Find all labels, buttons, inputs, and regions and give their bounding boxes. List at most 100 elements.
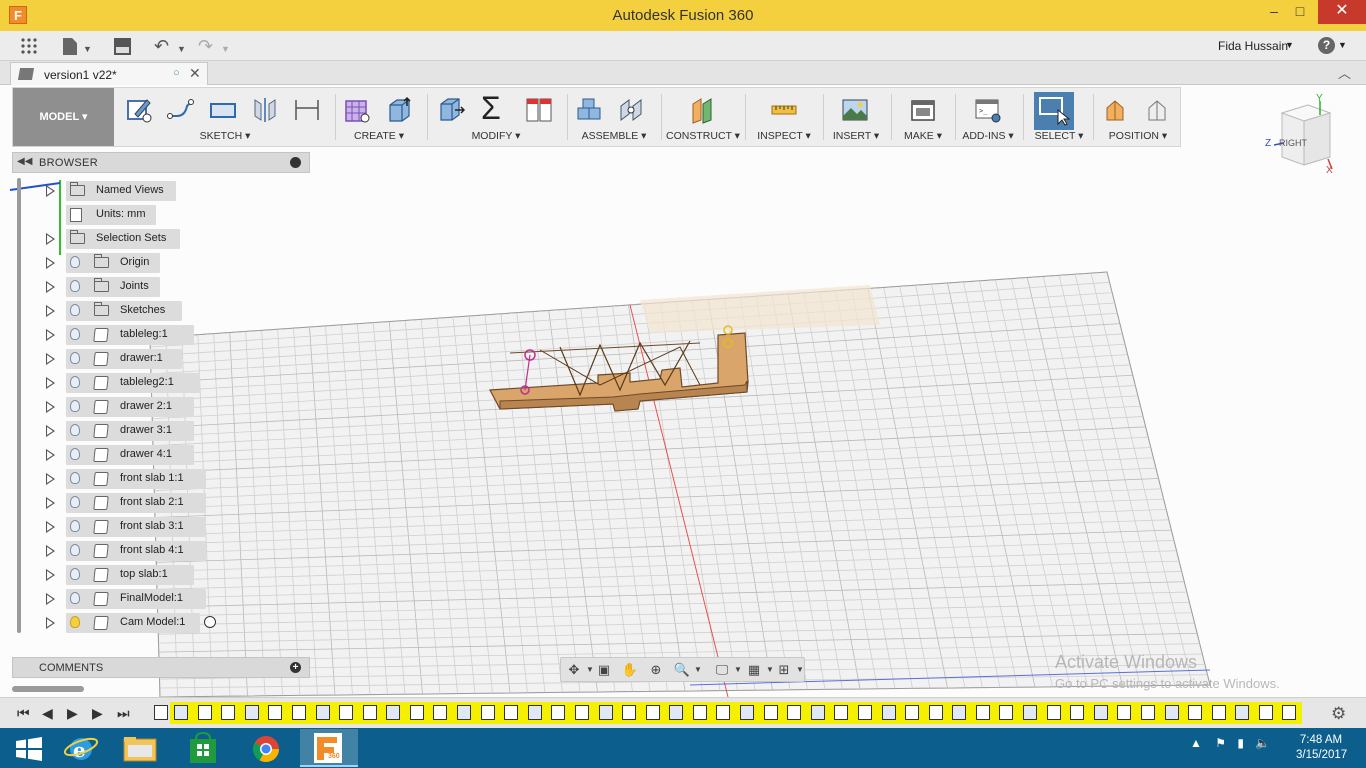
timeline-feature[interactable] xyxy=(952,705,967,720)
new-component-icon[interactable] xyxy=(575,96,603,124)
timeline-feature[interactable] xyxy=(1140,705,1155,720)
fusion-360-taskbar-icon[interactable]: 360 xyxy=(300,729,358,767)
tree-expand-arrow-icon[interactable] xyxy=(46,353,55,365)
power-icon[interactable]: ▮ xyxy=(1237,736,1244,750)
timeline-feature[interactable] xyxy=(386,705,401,720)
tree-expand-arrow-icon[interactable] xyxy=(46,473,55,485)
compute-all-sigma-icon[interactable]: Σ xyxy=(481,92,509,124)
browser-item[interactable]: drawer 4:1 xyxy=(42,444,302,466)
browser-item[interactable]: Sketches xyxy=(42,300,302,322)
tree-expand-arrow-icon[interactable] xyxy=(46,497,55,509)
sketch-menu[interactable]: SKETCH ▾ xyxy=(121,130,329,142)
create-sketch-icon[interactable] xyxy=(125,96,153,124)
tree-expand-arrow-icon[interactable] xyxy=(46,185,55,197)
select-tool-active-bg[interactable] xyxy=(1034,92,1074,130)
joint-icon[interactable] xyxy=(617,96,645,124)
data-panel-grid-icon[interactable] xyxy=(20,37,38,55)
timeline-feature[interactable] xyxy=(716,705,731,720)
zoom-icon[interactable]: ⊕ xyxy=(647,662,665,678)
help-caret-icon[interactable]: ▼ xyxy=(1338,40,1347,50)
timeline-feature[interactable] xyxy=(480,705,495,720)
timeline-feature[interactable] xyxy=(574,705,589,720)
browser-item[interactable]: Named Views xyxy=(42,180,302,202)
undo-caret-icon[interactable]: ▼ xyxy=(177,39,186,59)
user-account-menu[interactable]: Fida Hussain xyxy=(1218,39,1288,53)
tree-expand-arrow-icon[interactable] xyxy=(46,233,55,245)
capture-position-icon[interactable] xyxy=(1101,96,1129,124)
look-at-icon[interactable]: ▣ xyxy=(595,662,613,678)
timeline-feature[interactable] xyxy=(457,705,471,720)
construct-menu[interactable]: CONSTRUCT ▾ xyxy=(663,130,743,142)
browser-item[interactable]: drawer:1 xyxy=(42,348,302,370)
user-menu-caret-icon[interactable]: ▼ xyxy=(1285,40,1294,50)
sketch-dimension-icon[interactable] xyxy=(293,96,321,124)
timeline-feature[interactable] xyxy=(857,705,872,720)
browser-collapse-icon[interactable]: ◀◀ xyxy=(17,156,32,167)
timeline-feature[interactable] xyxy=(1188,705,1203,720)
activate-component-radio[interactable] xyxy=(204,616,216,628)
visibility-lightbulb-icon[interactable] xyxy=(70,424,80,436)
timeline-feature[interactable] xyxy=(1093,705,1108,720)
visibility-lightbulb-icon[interactable] xyxy=(70,328,80,340)
tree-expand-arrow-icon[interactable] xyxy=(46,449,55,461)
tree-expand-arrow-icon[interactable] xyxy=(46,329,55,341)
press-pull-icon[interactable] xyxy=(437,96,465,124)
timeline-feature[interactable] xyxy=(339,705,354,720)
browser-item[interactable]: front slab 4:1 xyxy=(42,540,302,562)
timeline-feature[interactable] xyxy=(1164,705,1179,720)
timeline-feature[interactable] xyxy=(221,705,236,720)
assemble-menu[interactable]: ASSEMBLE ▾ xyxy=(571,130,657,142)
timeline-feature[interactable] xyxy=(551,705,566,720)
google-chrome-icon[interactable] xyxy=(238,729,296,767)
redo-caret-icon[interactable]: ▼ xyxy=(221,39,230,59)
tree-expand-arrow-icon[interactable] xyxy=(46,377,55,389)
timeline-feature[interactable] xyxy=(1117,705,1132,720)
visibility-lightbulb-icon[interactable] xyxy=(70,496,80,508)
visibility-lightbulb-icon[interactable] xyxy=(70,448,80,460)
browser-item[interactable]: Units: mm xyxy=(42,204,302,226)
visibility-lightbulb-icon[interactable] xyxy=(70,616,80,628)
tree-expand-arrow-icon[interactable] xyxy=(46,617,55,629)
add-comment-icon[interactable]: + xyxy=(290,662,301,673)
change-parameters-icon[interactable] xyxy=(525,96,553,124)
timeline-go-to-start-icon[interactable]: ⏮ xyxy=(17,705,30,722)
timeline-feature[interactable] xyxy=(1070,705,1085,720)
make-menu[interactable]: MAKE ▾ xyxy=(893,130,953,142)
timeline-feature[interactable] xyxy=(154,705,168,720)
timeline-feature[interactable] xyxy=(1282,705,1297,720)
timeline-feature[interactable] xyxy=(598,705,613,720)
inspect-menu[interactable]: INSPECT ▾ xyxy=(749,130,819,142)
scripts-addins-icon[interactable]: >_ xyxy=(974,96,1002,124)
save-icon[interactable] xyxy=(114,38,131,55)
tree-expand-arrow-icon[interactable] xyxy=(46,425,55,437)
timeline-feature[interactable] xyxy=(504,705,519,720)
visibility-lightbulb-icon[interactable] xyxy=(70,352,80,364)
browser-item[interactable]: FinalModel:1 xyxy=(42,588,302,610)
browser-item[interactable]: top slab:1 xyxy=(42,564,302,586)
timeline-feature[interactable] xyxy=(763,705,778,720)
close-button[interactable]: ✕ xyxy=(1318,0,1366,24)
redo-icon[interactable]: ↷ xyxy=(198,36,213,56)
timeline-feature[interactable] xyxy=(975,705,990,720)
timeline-play-icon[interactable]: ▶ xyxy=(67,705,78,722)
timeline-feature[interactable] xyxy=(433,705,448,720)
viewports-caret-icon[interactable]: ▼ xyxy=(791,662,809,678)
action-center-flag-icon[interactable]: ⚑ xyxy=(1215,736,1226,750)
timeline-feature[interactable] xyxy=(645,705,660,720)
timeline-step-forward-icon[interactable]: ▶ xyxy=(92,705,103,722)
position-menu[interactable]: POSITION ▾ xyxy=(1097,130,1179,142)
timeline-feature[interactable] xyxy=(409,705,424,720)
undo-icon[interactable]: ↶ xyxy=(154,36,169,56)
file-menu-caret-icon[interactable]: ▼ xyxy=(83,39,92,59)
timeline-feature[interactable] xyxy=(622,705,637,720)
timeline-feature[interactable] xyxy=(1235,705,1250,720)
workspace-switcher[interactable]: MODEL ▾ xyxy=(13,88,114,146)
maximize-button[interactable]: □ xyxy=(1283,0,1317,24)
offset-plane-icon[interactable] xyxy=(689,96,717,124)
help-icon[interactable]: ? xyxy=(1318,37,1335,54)
timeline-feature[interactable] xyxy=(669,705,684,720)
timeline-settings-gear-icon[interactable]: ⚙ xyxy=(1331,704,1346,724)
timeline-feature[interactable] xyxy=(834,705,849,720)
extrude-icon[interactable] xyxy=(385,96,413,124)
revert-position-icon[interactable] xyxy=(1143,96,1171,124)
